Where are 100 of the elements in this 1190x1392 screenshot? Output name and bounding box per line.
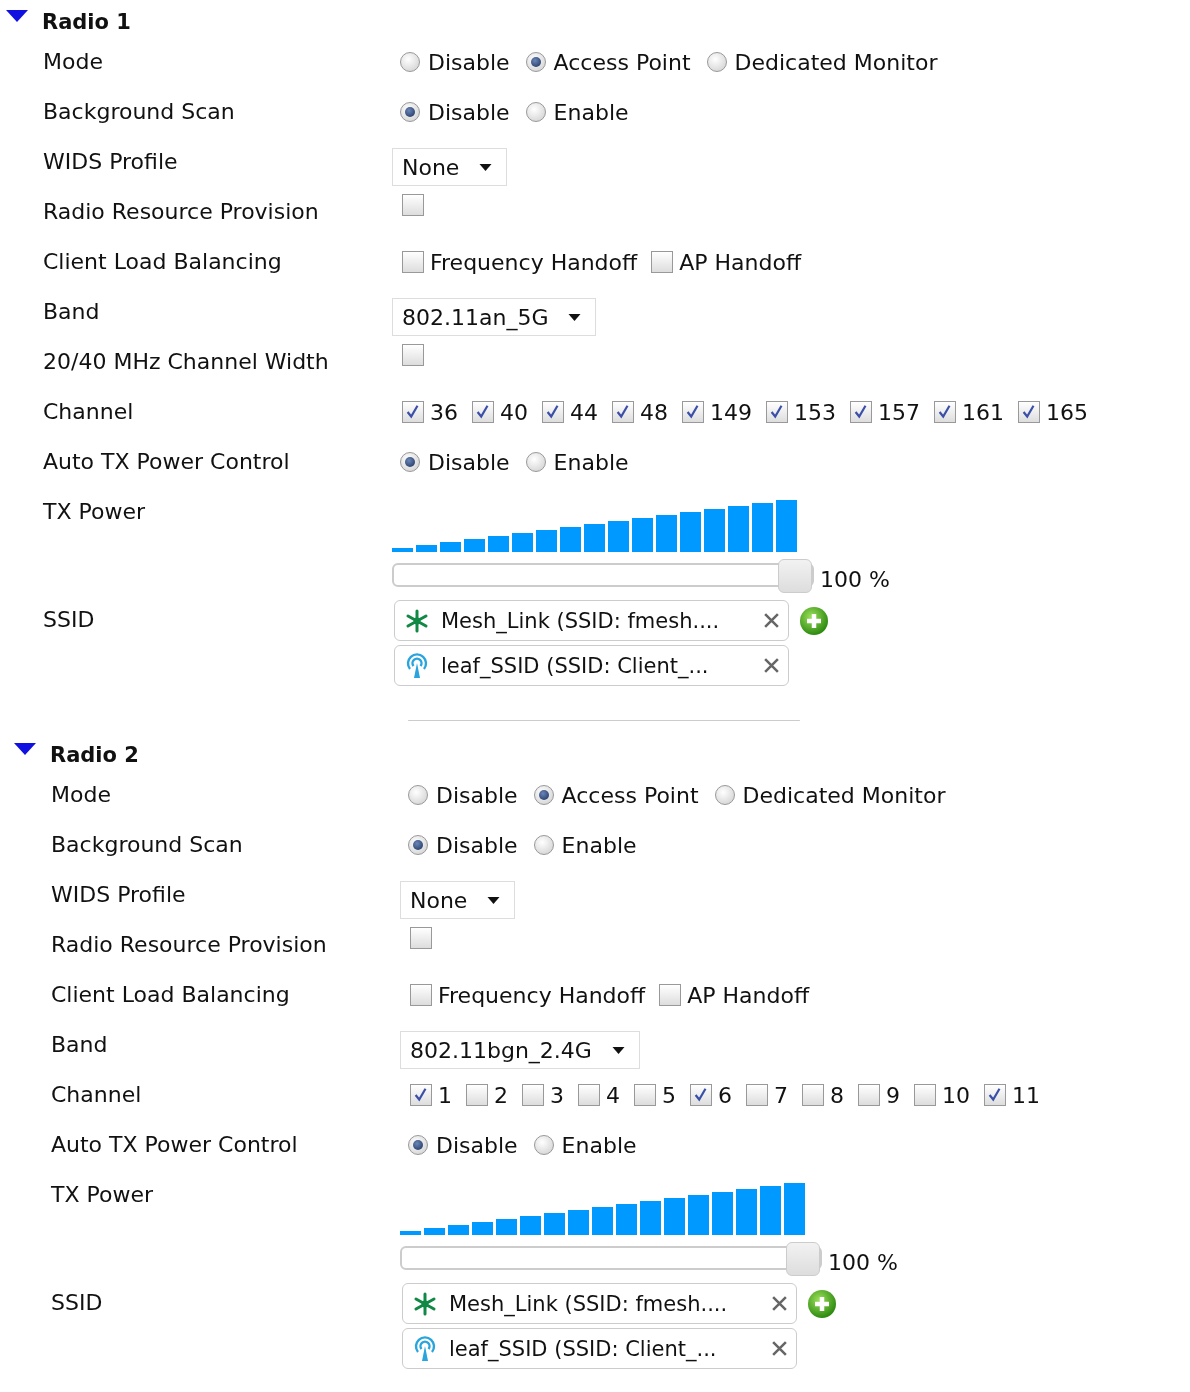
option-label[interactable]: Disable <box>428 449 510 475</box>
checkbox[interactable] <box>542 401 564 423</box>
option-label[interactable]: 165 <box>1046 399 1088 425</box>
option-label[interactable]: 36 <box>430 399 458 425</box>
ssid-tag[interactable]: Mesh_Link (SSID: fmesh.... <box>394 600 789 641</box>
option-label[interactable]: 1 <box>438 1082 452 1108</box>
checkbox[interactable] <box>402 194 424 216</box>
ssid-tag[interactable]: leaf_SSID (SSID: Client_... <box>394 645 789 686</box>
radio-button[interactable] <box>525 452 546 472</box>
radio-button[interactable] <box>400 452 420 472</box>
option-label[interactable]: Enable <box>561 832 637 858</box>
radio-button[interactable] <box>533 785 554 805</box>
option-label[interactable]: Disable <box>436 832 518 858</box>
slider-handle[interactable] <box>778 559 812 593</box>
dropdown[interactable]: None <box>400 881 516 919</box>
checkbox[interactable] <box>472 401 494 423</box>
checkbox[interactable] <box>914 1084 936 1106</box>
checkbox[interactable] <box>402 251 424 273</box>
option-label[interactable]: 161 <box>962 399 1004 425</box>
slider-handle[interactable] <box>786 1242 820 1276</box>
close-icon[interactable] <box>763 612 780 629</box>
dropdown[interactable]: 802.11an_5G <box>392 298 597 336</box>
option-label[interactable]: Access Point <box>561 782 699 808</box>
option-label[interactable]: 10 <box>942 1082 970 1108</box>
option-label[interactable]: Disable <box>428 99 510 125</box>
option-label[interactable]: 149 <box>710 399 752 425</box>
option-label[interactable]: 11 <box>1012 1082 1040 1108</box>
option-label[interactable]: 8 <box>830 1082 844 1108</box>
radio-button[interactable] <box>408 785 428 805</box>
checkbox[interactable] <box>402 401 424 423</box>
option-label[interactable]: Dedicated Monitor <box>742 782 946 808</box>
checkbox[interactable] <box>659 984 682 1006</box>
checkbox[interactable] <box>402 344 424 366</box>
radio-button[interactable] <box>706 52 727 72</box>
close-icon[interactable] <box>771 1340 788 1357</box>
option-label[interactable]: AP Handoff <box>679 249 802 275</box>
checkbox[interactable] <box>746 1084 768 1106</box>
radio-button[interactable] <box>525 52 546 72</box>
option-label[interactable]: 7 <box>774 1082 788 1108</box>
checkbox[interactable] <box>522 1084 544 1106</box>
option-label[interactable]: 153 <box>794 399 836 425</box>
ssid-tag[interactable]: Mesh_Link (SSID: fmesh.... <box>402 1283 797 1324</box>
radio-button[interactable] <box>533 835 554 855</box>
option-label[interactable]: 44 <box>570 399 598 425</box>
radio-button[interactable] <box>714 785 735 805</box>
checkbox[interactable] <box>984 1084 1006 1106</box>
close-icon[interactable] <box>763 657 780 674</box>
checkbox[interactable] <box>410 927 432 949</box>
option-label[interactable]: 4 <box>606 1082 620 1108</box>
option-label[interactable]: 48 <box>640 399 668 425</box>
checkbox[interactable] <box>466 1084 488 1106</box>
add-icon[interactable] <box>799 605 829 636</box>
option-label[interactable]: Enable <box>553 99 629 125</box>
dropdown[interactable]: 802.11bgn_2.4G <box>400 1031 640 1069</box>
option-label[interactable]: Disable <box>436 782 518 808</box>
ssid-tag[interactable]: leaf_SSID (SSID: Client_... <box>402 1328 797 1369</box>
option-label[interactable]: AP Handoff <box>687 982 810 1008</box>
checkbox[interactable] <box>934 401 956 423</box>
checkbox[interactable] <box>682 401 704 423</box>
add-icon[interactable] <box>807 1288 837 1319</box>
option-label[interactable]: 6 <box>718 1082 732 1108</box>
checkbox[interactable] <box>1018 401 1040 423</box>
radio-button[interactable] <box>533 1135 554 1155</box>
option-label[interactable]: Enable <box>553 449 629 475</box>
checkbox[interactable] <box>410 984 432 1006</box>
radio-button[interactable] <box>408 1135 428 1155</box>
option-label[interactable]: Disable <box>428 49 510 75</box>
option-label[interactable]: Disable <box>436 1132 518 1158</box>
checkbox[interactable] <box>802 1084 824 1106</box>
checkbox[interactable] <box>766 401 788 423</box>
option-label[interactable]: 2 <box>494 1082 508 1108</box>
caret-icon <box>611 1046 625 1054</box>
collapse-icon[interactable] <box>14 743 36 757</box>
option-label[interactable]: 5 <box>662 1082 676 1108</box>
radio-button[interactable] <box>525 102 546 122</box>
option-label[interactable]: 9 <box>886 1082 900 1108</box>
close-icon[interactable] <box>771 1295 788 1312</box>
checkbox[interactable] <box>410 1084 432 1106</box>
option-label[interactable]: Dedicated Monitor <box>734 49 938 75</box>
option-label[interactable]: Frequency Handoff <box>438 982 646 1008</box>
checkbox[interactable] <box>634 1084 656 1106</box>
option-label[interactable]: Access Point <box>553 49 691 75</box>
collapse-icon[interactable] <box>6 10 28 24</box>
field-label: Mode <box>51 781 112 809</box>
checkbox[interactable] <box>850 401 872 423</box>
dropdown[interactable]: None <box>392 148 508 186</box>
radio-button[interactable] <box>400 102 420 122</box>
checkbox[interactable] <box>858 1084 880 1106</box>
checkbox[interactable] <box>578 1084 600 1106</box>
option-label[interactable]: 157 <box>878 399 920 425</box>
option-label[interactable]: 40 <box>500 399 528 425</box>
checkbox[interactable] <box>612 401 634 423</box>
radio-button[interactable] <box>408 835 428 855</box>
checkbox[interactable] <box>651 251 674 273</box>
section-title: Radio 2 <box>50 743 139 767</box>
radio-button[interactable] <box>400 52 420 72</box>
checkbox[interactable] <box>690 1084 712 1106</box>
option-label[interactable]: Enable <box>561 1132 637 1158</box>
option-label[interactable]: 3 <box>550 1082 564 1108</box>
option-label[interactable]: Frequency Handoff <box>430 249 638 275</box>
